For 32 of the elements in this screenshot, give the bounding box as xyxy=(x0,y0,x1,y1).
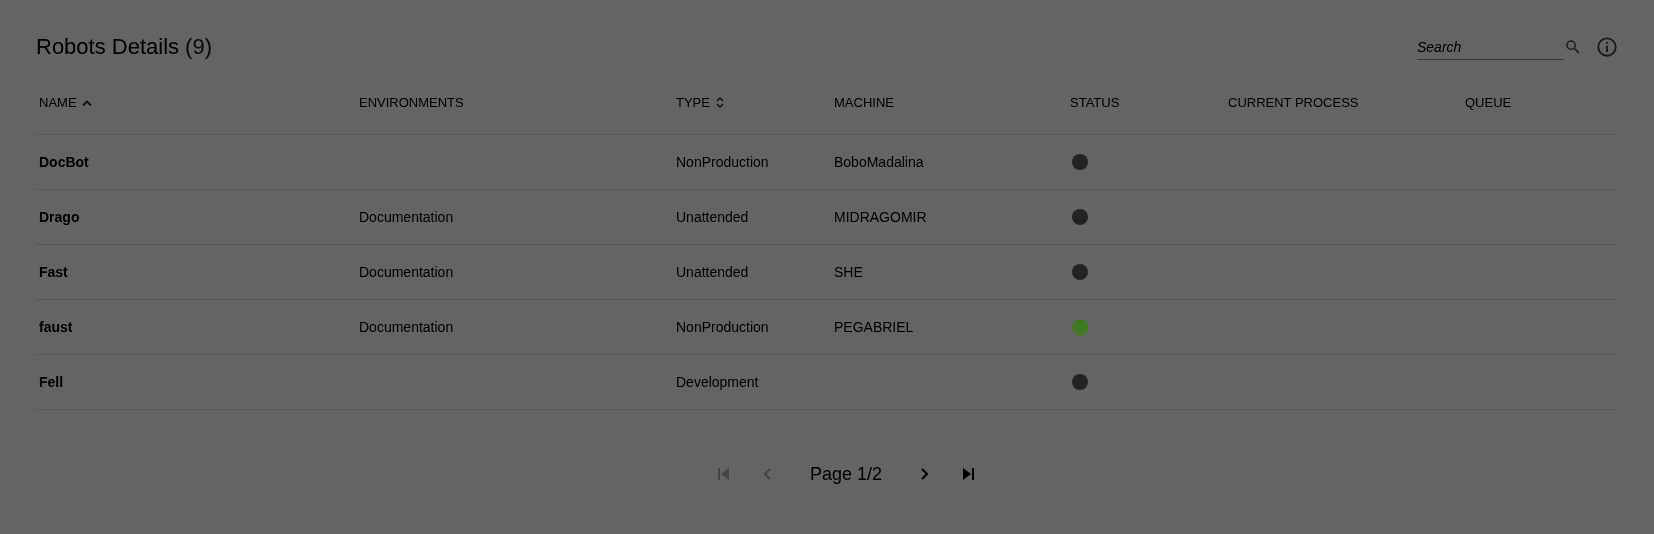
robot-count: (9) xyxy=(185,34,212,59)
search-icon xyxy=(1564,38,1582,56)
environment-cell: Documentation xyxy=(359,264,454,280)
robot-name: Drago xyxy=(39,209,80,225)
environment-cell: Documentation xyxy=(359,209,454,225)
type-cell: Development xyxy=(676,374,759,390)
environment-cell: Documentation xyxy=(359,319,454,335)
column-header[interactable]: QUEUE xyxy=(1465,95,1512,110)
robot-name: Fast xyxy=(39,264,68,280)
robot-name: faust xyxy=(39,319,73,335)
column-header[interactable]: TYPE xyxy=(676,95,710,110)
page-title: Robots Details xyxy=(36,34,180,59)
machine-cell: MIDRAGOMIR xyxy=(834,209,927,225)
column-header[interactable]: CURRENT PROCESS xyxy=(1228,95,1359,110)
type-cell: NonProduction xyxy=(676,154,769,170)
column-header[interactable]: STATUS xyxy=(1070,95,1120,110)
page-indicator: Page 1/2 xyxy=(809,463,883,485)
last-page-icon xyxy=(960,466,977,482)
info-icon[interactable] xyxy=(1596,36,1618,58)
robot-name: DocBot xyxy=(39,154,89,170)
column-header[interactable]: ENVIRONMENTS xyxy=(359,95,464,110)
type-cell: NonProduction xyxy=(676,319,769,335)
robot-name: Fell xyxy=(39,374,64,390)
first-page-icon xyxy=(715,466,732,482)
machine-cell: BoboMadalina xyxy=(834,154,924,170)
column-header[interactable]: NAME xyxy=(39,95,77,110)
column-header[interactable]: MACHINE xyxy=(834,95,894,110)
machine-cell: PEGABRIEL xyxy=(834,319,914,335)
search-field[interactable]: Search xyxy=(1417,34,1564,60)
machine-cell: SHE xyxy=(834,264,863,280)
type-cell: Unattended xyxy=(676,209,749,225)
type-cell: Unattended xyxy=(676,264,749,280)
